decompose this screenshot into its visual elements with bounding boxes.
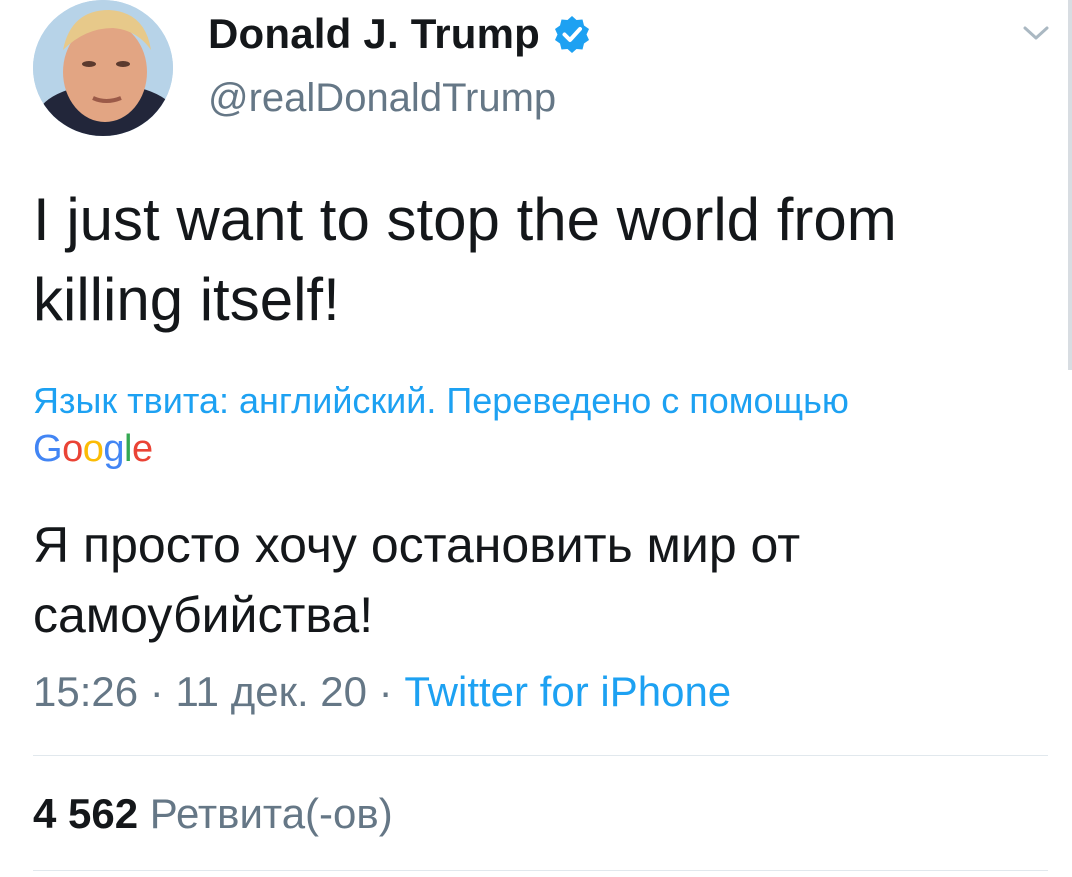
chevron-down-icon[interactable] xyxy=(1022,22,1050,44)
google-logo-letter: l xyxy=(123,428,132,470)
scrollbar[interactable] xyxy=(1068,0,1072,370)
google-logo: Google xyxy=(33,428,153,471)
tweet-time[interactable]: 15:26 xyxy=(33,668,138,715)
verified-badge-icon xyxy=(552,14,592,54)
author-handle[interactable]: @realDonaldTrump xyxy=(208,76,556,121)
tweet-text: I just want to stop the world from killi… xyxy=(33,186,897,333)
google-logo-letter: o xyxy=(62,428,83,470)
divider xyxy=(33,755,1048,756)
profile-photo xyxy=(33,0,173,136)
author-name-row[interactable]: Donald J. Trump xyxy=(208,10,592,58)
google-logo-letter: g xyxy=(103,428,124,470)
avatar[interactable] xyxy=(33,0,173,136)
meta-separator: · xyxy=(367,668,405,715)
translated-tweet-text: Я просто хочу остановить мир от самоубий… xyxy=(33,517,801,643)
tweet-meta: 15:26 · 11 дек. 20 · Twitter for iPhone xyxy=(33,668,731,716)
translation-label[interactable]: Язык твита: английский. Переведено с пом… xyxy=(33,380,1033,422)
divider xyxy=(33,870,1048,871)
retweets-stat[interactable]: 4 562 Ретвита(-ов) xyxy=(33,790,393,838)
tweet-date[interactable]: 11 дек. 20 xyxy=(175,668,367,715)
google-logo-letter: o xyxy=(82,428,104,470)
author-display-name[interactable]: Donald J. Trump xyxy=(208,10,540,58)
retweet-count: 4 562 xyxy=(33,790,139,837)
tweet-source-link[interactable]: Twitter for iPhone xyxy=(404,668,731,715)
retweet-label: Ретвита(-ов) xyxy=(149,790,393,837)
google-logo-letter: e xyxy=(131,428,153,470)
meta-separator: · xyxy=(138,668,176,715)
google-logo-letter: G xyxy=(33,428,63,470)
